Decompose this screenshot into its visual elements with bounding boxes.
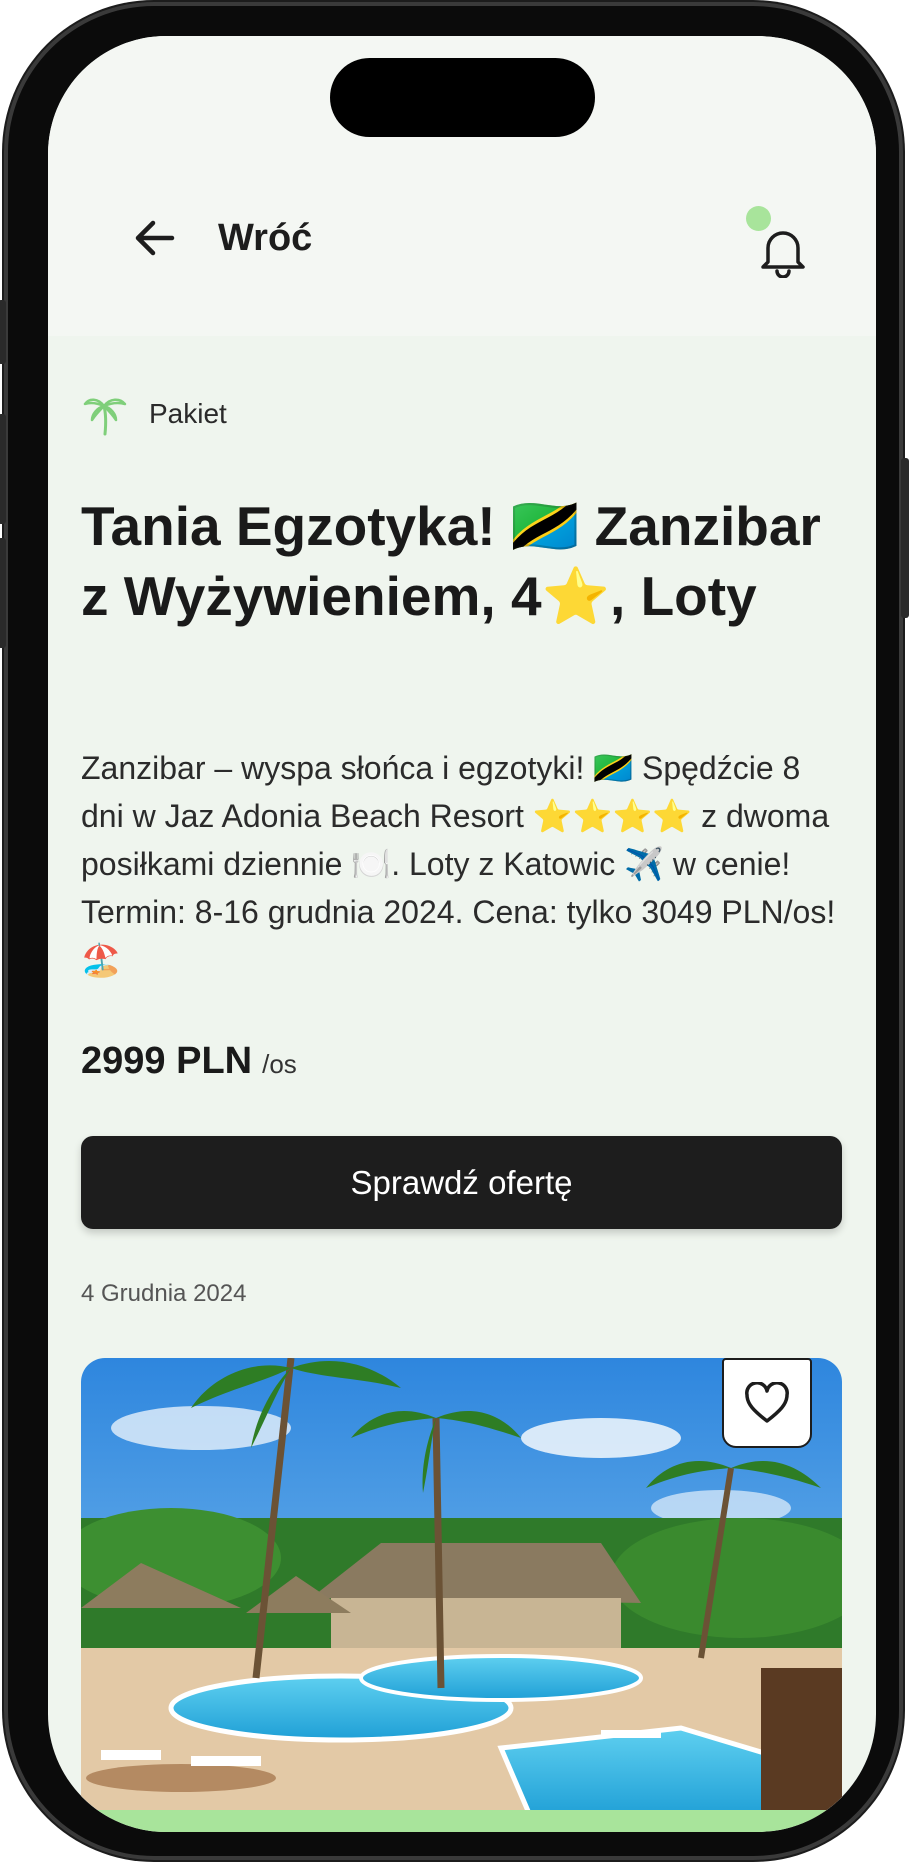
arrow-left-icon [135,220,175,256]
back-button[interactable]: Wróć [132,208,312,268]
price-unit: /os [262,1049,297,1079]
dynamic-island [330,58,595,137]
offer-date: 4 Grudnia 2024 [81,1280,247,1307]
offer-title: Tania Egzotyka! 🇹🇿 Zanzibar z Wyżywienie… [81,495,821,627]
favorite-button[interactable] [722,1358,812,1448]
power-button [901,458,909,618]
action-button [0,300,6,364]
category-label: Pakiet [149,398,227,429]
category-tag: Pakiet [83,392,227,436]
bell-icon[interactable] [758,224,808,278]
price-row: 2999 PLN /os [81,1040,297,1083]
heart-icon [745,1382,789,1423]
phone-frame: Wróć Pakiet Tania Egzotyka! 🇹🇿 Zanzibar … [0,2,909,1860]
volume-up-button [0,414,6,524]
volume-down-button [0,538,6,648]
back-label: Wróć [218,216,313,259]
price-value: 2999 PLN [81,1040,253,1082]
screen: Wróć Pakiet Tania Egzotyka! 🇹🇿 Zanzibar … [48,36,876,1832]
offer-description: Zanzibar – wyspa słońca i egzotyki! 🇹🇿 S… [81,750,836,978]
check-offer-button[interactable]: Sprawdź ofertę [81,1136,842,1229]
palm-tree-icon [83,398,127,436]
bottom-accent-strip [81,1810,842,1832]
